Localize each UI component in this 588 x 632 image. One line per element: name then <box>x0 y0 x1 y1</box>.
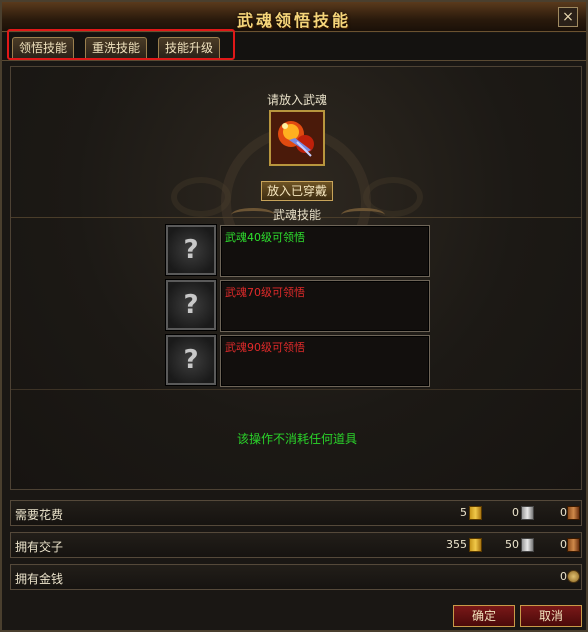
bronze-jiaozi-icon <box>567 506 580 520</box>
unknown-skill-icon[interactable]: ? <box>166 335 216 385</box>
owned-jiaozi-row: 拥有交子 355 50 0 <box>10 532 582 558</box>
cost-row: 需要花费 5 0 0 <box>10 500 582 526</box>
main-panel: 请放入武魂 放入已穿戴 武魂技能 ? 武魂40级可领悟 ? 武魂70级可领悟 ?… <box>10 66 582 490</box>
skill-requirement-text: 武魂40级可领悟 <box>225 231 305 244</box>
owned-money-label: 拥有金钱 <box>15 572 64 586</box>
gold-jiaozi-icon <box>469 506 482 520</box>
skill-row: ? 武魂70级可领悟 <box>166 280 430 332</box>
silver-jiaozi-cost: 0 <box>512 506 519 519</box>
gold-jiaozi-icon <box>469 538 482 552</box>
skill-info-box: 武魂70级可领悟 <box>220 280 430 332</box>
skill-row: ? 武魂90级可领悟 <box>166 335 430 387</box>
soul-item-slot[interactable] <box>269 110 325 166</box>
close-button[interactable]: × <box>558 7 578 27</box>
soul-skills-header: 武魂技能 <box>272 208 321 222</box>
silver-jiaozi-icon <box>521 538 534 552</box>
soul-item-icon <box>271 112 323 164</box>
skill-requirement-text: 武魂70级可领悟 <box>225 286 305 299</box>
bronze-jiaozi-owned: 0 <box>560 538 567 551</box>
skill-info-box: 武魂90级可领悟 <box>220 335 430 387</box>
bronze-jiaozi-cost: 0 <box>560 506 567 519</box>
owned-money-value: 0 <box>560 570 567 583</box>
gold-jiaozi-owned: 355 <box>446 538 467 551</box>
coin-icon <box>567 570 580 583</box>
gold-jiaozi-cost: 5 <box>460 506 467 519</box>
bronze-jiaozi-icon <box>567 538 580 552</box>
title-bar[interactable]: 武魂领悟技能 × <box>2 2 586 32</box>
no-cost-notice: 该操作不消耗任何道具 <box>236 432 357 446</box>
window-title: 武魂领悟技能 <box>236 11 351 30</box>
skill-row: ? 武魂40级可领悟 <box>166 225 430 277</box>
skill-requirement-text: 武魂90级可领悟 <box>225 341 305 354</box>
owned-money-row: 拥有金钱 0 <box>10 564 582 590</box>
owned-jiaozi-label: 拥有交子 <box>15 540 64 554</box>
silver-jiaozi-icon <box>521 506 534 520</box>
soul-slot-prompt: 请放入武魂 <box>266 93 327 107</box>
skill-comprehension-window: 武魂领悟技能 × 领悟技能 重洗技能 技能升级 请放入武魂 放入已穿戴 武魂技能… <box>0 0 588 632</box>
tab-highlight-annotation <box>7 29 235 60</box>
cancel-button[interactable]: 取消 <box>520 605 582 627</box>
confirm-button[interactable]: 确定 <box>453 605 515 627</box>
section-divider <box>11 389 581 390</box>
skill-info-box: 武魂40级可领悟 <box>220 225 430 277</box>
cost-label: 需要花费 <box>15 508 64 522</box>
equip-worn-button[interactable]: 放入已穿戴 <box>261 181 333 201</box>
close-icon: × <box>562 9 574 25</box>
unknown-skill-icon[interactable]: ? <box>166 225 216 275</box>
silver-jiaozi-owned: 50 <box>505 538 519 551</box>
unknown-skill-icon[interactable]: ? <box>166 280 216 330</box>
